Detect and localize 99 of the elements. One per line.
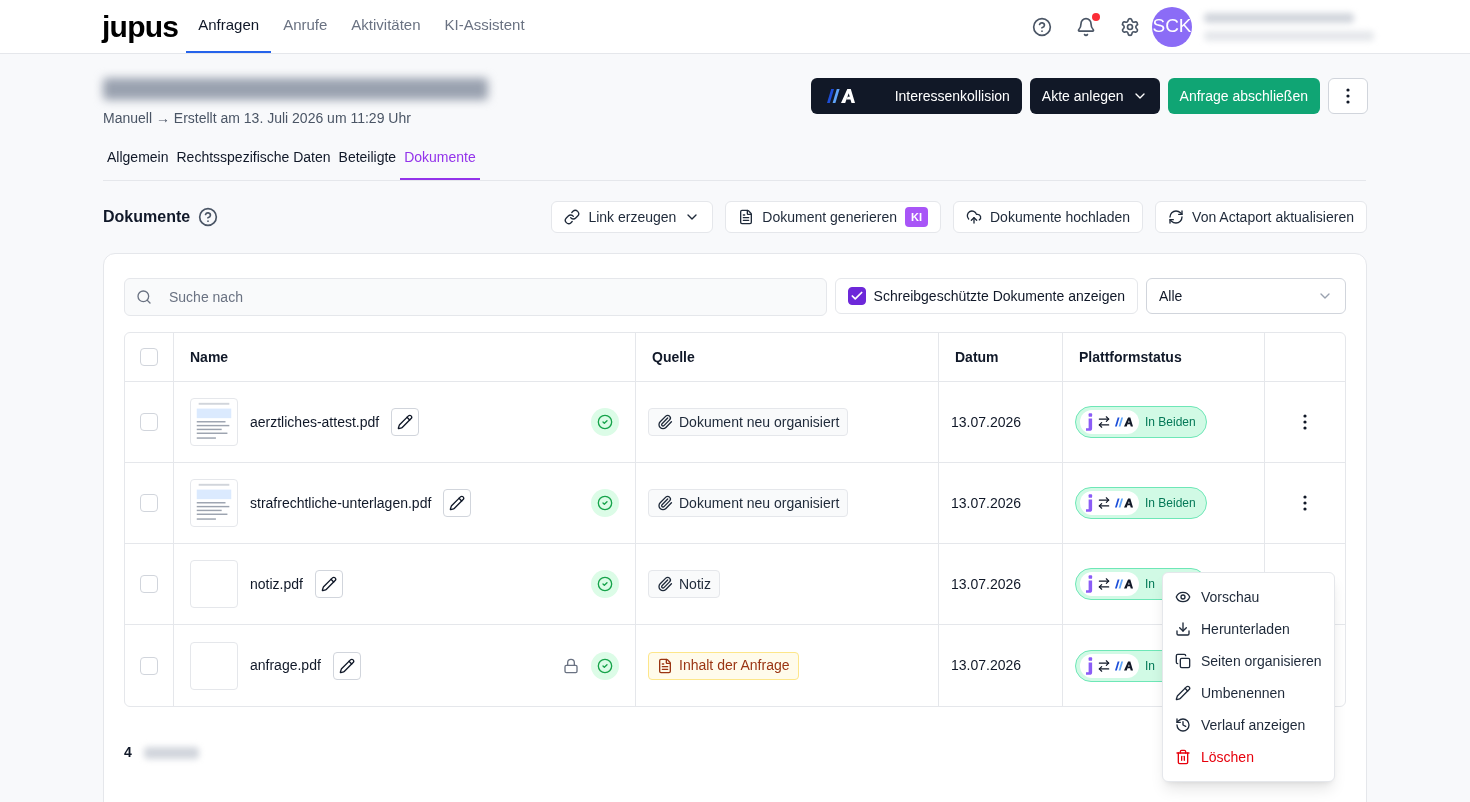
toolbar-button[interactable]: Link erzeugen [551, 201, 714, 233]
download-icon [1175, 621, 1191, 637]
document-icon [657, 657, 673, 674]
document-thumbnail [190, 398, 238, 446]
platform-status-badge: In Beiden [1075, 406, 1207, 438]
paperclip-icon [657, 576, 673, 592]
file-name: notiz.pdf [250, 574, 303, 594]
pencil-icon [449, 495, 466, 511]
more-icon [1303, 414, 1307, 430]
file-name: aerztliches-attest.pdf [250, 412, 380, 432]
sync-icon [1168, 209, 1185, 225]
user-avatar[interactable]: SCK [1152, 6, 1192, 47]
source-tag: Inhalt der Anfrage [648, 651, 799, 680]
section-tab[interactable]: Allgemein [103, 143, 173, 180]
slashes-logo-icon [1115, 660, 1133, 671]
blank-thumbnail [190, 641, 238, 690]
pencil-icon [320, 576, 337, 592]
source-tag: Dokument neu organisiert [648, 489, 849, 517]
nav-tab[interactable]: Aktivitäten [339, 0, 433, 53]
j-logo-icon [1086, 656, 1093, 675]
notifications-icon[interactable] [1076, 16, 1096, 37]
generate-icon [738, 209, 755, 225]
date-cell-text: 13.07.2026 [951, 493, 1022, 513]
section-tab[interactable]: Rechtsspezifische Daten [172, 143, 335, 180]
file-name: strafrechtliche-unterlagen.pdf [250, 493, 432, 513]
file-name: anfrage.pdf [250, 656, 321, 675]
link-icon [564, 209, 581, 225]
nav-tab[interactable]: Anrufe [271, 0, 340, 53]
j-logo-icon [1086, 494, 1093, 512]
checkbox[interactable] [847, 287, 866, 305]
column-header: Quelle [652, 347, 695, 367]
section-title: Dokumente [103, 207, 191, 227]
rename-button[interactable] [443, 489, 472, 517]
date-cell-text: 13.07.2026 [951, 412, 1022, 432]
sync-arrows-icon [1097, 658, 1111, 673]
upload-icon [966, 209, 982, 225]
conflict-check-button[interactable]: Interessenkollision [810, 78, 1022, 114]
more-icon [1303, 495, 1307, 511]
row-menu-button[interactable] [1303, 495, 1307, 511]
slashes-logo-icon [1115, 498, 1133, 508]
paperclip-icon [657, 414, 673, 430]
pencil-icon [1175, 685, 1191, 701]
toolbar-button[interactable]: Von Actaport aktualisieren [1155, 201, 1367, 233]
check-circle-icon [597, 576, 613, 592]
help-icon[interactable] [198, 207, 219, 227]
date-cell-text: 13.07.2026 [951, 656, 1022, 675]
eye-icon [1175, 589, 1191, 605]
source-tag: Notiz [648, 570, 720, 598]
nav-tab[interactable]: Anfragen [186, 0, 272, 53]
slashes-logo-icon [1115, 579, 1133, 589]
filter-select[interactable]: Alle [1146, 278, 1346, 314]
nav-tab[interactable]: KI-Assistent [432, 0, 537, 53]
column-header: Plattformstatus [1079, 347, 1182, 367]
rename-button[interactable] [332, 651, 361, 680]
source-tag: Dokument neu organisiert [648, 408, 849, 436]
sync-arrows-icon [1097, 415, 1111, 429]
readonly-toggle[interactable]: Schreibgeschützte Dokumente anzeigen [834, 278, 1138, 314]
search-field[interactable]: Suche nach [124, 278, 827, 316]
blank-thumbnail [190, 560, 238, 608]
history-icon [1175, 717, 1191, 733]
app-logo: jupus [102, 11, 179, 42]
toolbar-button[interactable]: Dokument generieren KI [725, 201, 941, 233]
check-circle-icon [597, 414, 613, 430]
pencil-icon [338, 657, 355, 674]
document-thumbnail [190, 479, 238, 527]
date-cell-text: 13.07.2026 [951, 574, 1022, 594]
section-tab[interactable]: Beteiligte [334, 143, 401, 180]
sync-arrows-icon [1097, 496, 1111, 510]
rename-button[interactable] [391, 408, 420, 436]
platform-status-badge: In Beiden [1075, 487, 1207, 519]
rename-button[interactable] [314, 570, 343, 598]
pencil-icon [397, 414, 414, 430]
j-logo-icon [1086, 413, 1093, 431]
paperclip-icon [657, 495, 673, 511]
document-count: 4 [124, 743, 132, 762]
more-icon [1346, 88, 1350, 104]
settings-icon[interactable] [1120, 16, 1140, 37]
request-subtitle: Manuell → Erstellt am 13. Juli 2026 um 11:29 Uhr [103, 109, 412, 128]
menu-item[interactable]: Verlauf anzeigen [1163, 709, 1334, 741]
column-header: Datum [955, 347, 999, 367]
search-icon [136, 289, 152, 305]
pages-icon [1175, 653, 1191, 669]
toolbar-button[interactable]: Dokumente hochladen [953, 201, 1144, 233]
trash-icon [1175, 749, 1191, 765]
ai-badge: KI [905, 206, 928, 228]
column-header: Name [190, 347, 229, 367]
create-file-button[interactable]: Akte anlegen [1029, 78, 1160, 114]
help-icon[interactable] [1032, 16, 1052, 37]
blurred-count-label [143, 746, 199, 759]
section-tab[interactable]: Dokumente [400, 143, 480, 180]
slashes-logo-icon [1115, 417, 1133, 427]
check-icon [849, 289, 864, 303]
j-logo-icon [1086, 575, 1093, 593]
menu-item[interactable]: Herunterladen [1163, 613, 1334, 645]
menu-item[interactable]: Löschen [1163, 741, 1334, 773]
row-menu-button[interactable] [1303, 414, 1307, 430]
sync-arrows-icon [1097, 577, 1111, 591]
check-circle-icon [597, 657, 613, 674]
check-circle-icon [597, 495, 613, 511]
